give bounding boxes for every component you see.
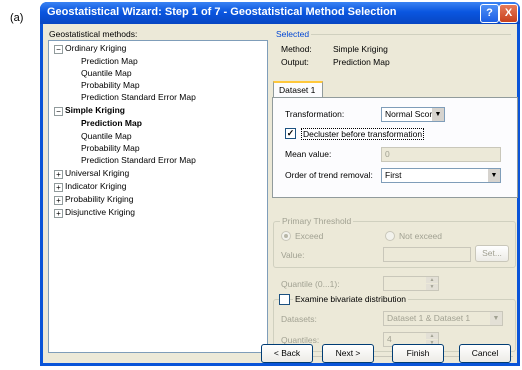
tab-dataset-1[interactable]: Dataset 1 [273,81,323,98]
cancel-button[interactable]: Cancel [459,344,511,363]
expand-icon[interactable]: + [54,170,63,179]
exceed-radio[interactable] [281,231,291,241]
tree-node-probability-kriging[interactable]: Probability Kriging [65,194,134,205]
chevron-down-icon[interactable]: ▼ [488,169,500,182]
tab-dataset-1-label: Dataset 1 [279,85,316,95]
wizard-client: Geostatistical methods: − Ordinary Krigi… [43,24,518,363]
chevron-down-icon[interactable]: ▼ [432,108,444,121]
output-label: Output: [281,57,309,67]
expand-icon[interactable]: + [54,209,63,218]
not-exceed-label: Not exceed [399,231,442,241]
mean-value: 0 [385,149,390,159]
expand-icon[interactable]: + [54,183,63,192]
tree-leaf-ok-probability-map[interactable]: Probability Map [81,80,140,91]
method-label: Method: [281,44,312,54]
trend-removal-value: First [385,170,402,180]
threshold-title: Primary Threshold [280,216,354,226]
quantile-label: Quantile (0...1): [281,279,340,289]
back-button[interactable]: < Back [261,344,313,363]
threshold-value-label: Value: [281,250,305,260]
tree-node-universal-kriging[interactable]: Universal Kriging [65,168,129,179]
trend-removal-select[interactable]: First ▼ [381,168,501,183]
selected-group: Selected Method: Simple Kriging Output: … [273,29,513,73]
tree-node-ordinary-kriging[interactable]: Ordinary Kriging [65,43,126,54]
help-button[interactable]: ? [480,4,499,23]
close-button[interactable]: X [499,4,518,23]
spin-up-icon[interactable]: ▲ [426,277,438,283]
wizard-window: Geostatistical Wizard: Step 1 of 7 - Geo… [40,2,520,366]
exceed-label: Exceed [295,231,324,241]
tree-node-indicator-kriging[interactable]: Indicator Kriging [65,181,126,192]
mean-value-label: Mean value: [285,149,332,159]
tree-leaf-ok-std-error-map[interactable]: Prediction Standard Error Map [81,92,196,103]
dataset-panel: Transformation: Normal Score ▼ ✓ Declust… [272,97,518,198]
spin-down-icon[interactable]: ▼ [426,284,438,290]
expand-icon[interactable]: + [54,196,63,205]
tree-leaf-sk-probability-map[interactable]: Probability Map [81,143,140,154]
quantile-spinner[interactable]: ▲ ▼ [383,276,439,291]
methods-label: Geostatistical methods: [49,29,138,39]
transformation-label: Transformation: [285,109,345,119]
divider [311,34,511,35]
figure-label: (a) [10,12,24,24]
output-value: Prediction Map [333,57,390,67]
trend-removal-label: Order of trend removal: [285,170,373,180]
selected-title: Selected [276,29,310,39]
transformation-select[interactable]: Normal Score ▼ [381,107,445,122]
bivariate-label[interactable]: Examine bivariate distribution [293,294,409,304]
methods-tree[interactable]: − Ordinary Kriging Prediction Map Quanti… [48,40,268,353]
collapse-icon[interactable]: − [54,107,63,116]
tree-leaf-sk-std-error-map[interactable]: Prediction Standard Error Map [81,155,196,166]
mean-value-field[interactable]: 0 [381,147,501,162]
tree-leaf-ok-prediction-map[interactable]: Prediction Map [81,56,138,67]
next-button[interactable]: Next > [322,344,374,363]
datasets-value: Dataset 1 & Dataset 1 [387,313,471,323]
tree-leaf-sk-prediction-map[interactable]: Prediction Map [81,118,142,129]
bivariate-checkbox[interactable] [279,294,290,305]
title-bar[interactable]: Geostatistical Wizard: Step 1 of 7 - Geo… [40,2,520,24]
spin-up-icon[interactable]: ▲ [426,333,438,339]
not-exceed-radio[interactable] [385,231,395,241]
tree-node-simple-kriging[interactable]: Simple Kriging [65,105,125,116]
tree-leaf-ok-quantile-map[interactable]: Quantile Map [81,68,132,79]
datasets-label: Datasets: [281,314,317,324]
tree-node-disjunctive-kriging[interactable]: Disjunctive Kriging [65,207,135,218]
window-title: Geostatistical Wizard: Step 1 of 7 - Geo… [47,6,397,18]
tree-leaf-sk-quantile-map[interactable]: Quantile Map [81,131,132,142]
decluster-label[interactable]: Decluster before transformation [301,128,425,140]
threshold-value-field[interactable] [383,247,471,262]
method-value: Simple Kriging [333,44,388,54]
chevron-down-icon[interactable]: ▼ [490,312,502,325]
collapse-icon[interactable]: − [54,45,63,54]
transformation-value: Normal Score [385,109,437,119]
finish-button[interactable]: Finish [392,344,444,363]
datasets-select[interactable]: Dataset 1 & Dataset 1 ▼ [383,311,503,326]
set-button[interactable]: Set... [475,245,509,262]
quantiles-value: 4 [387,334,392,344]
decluster-checkbox[interactable]: ✓ [285,128,296,139]
